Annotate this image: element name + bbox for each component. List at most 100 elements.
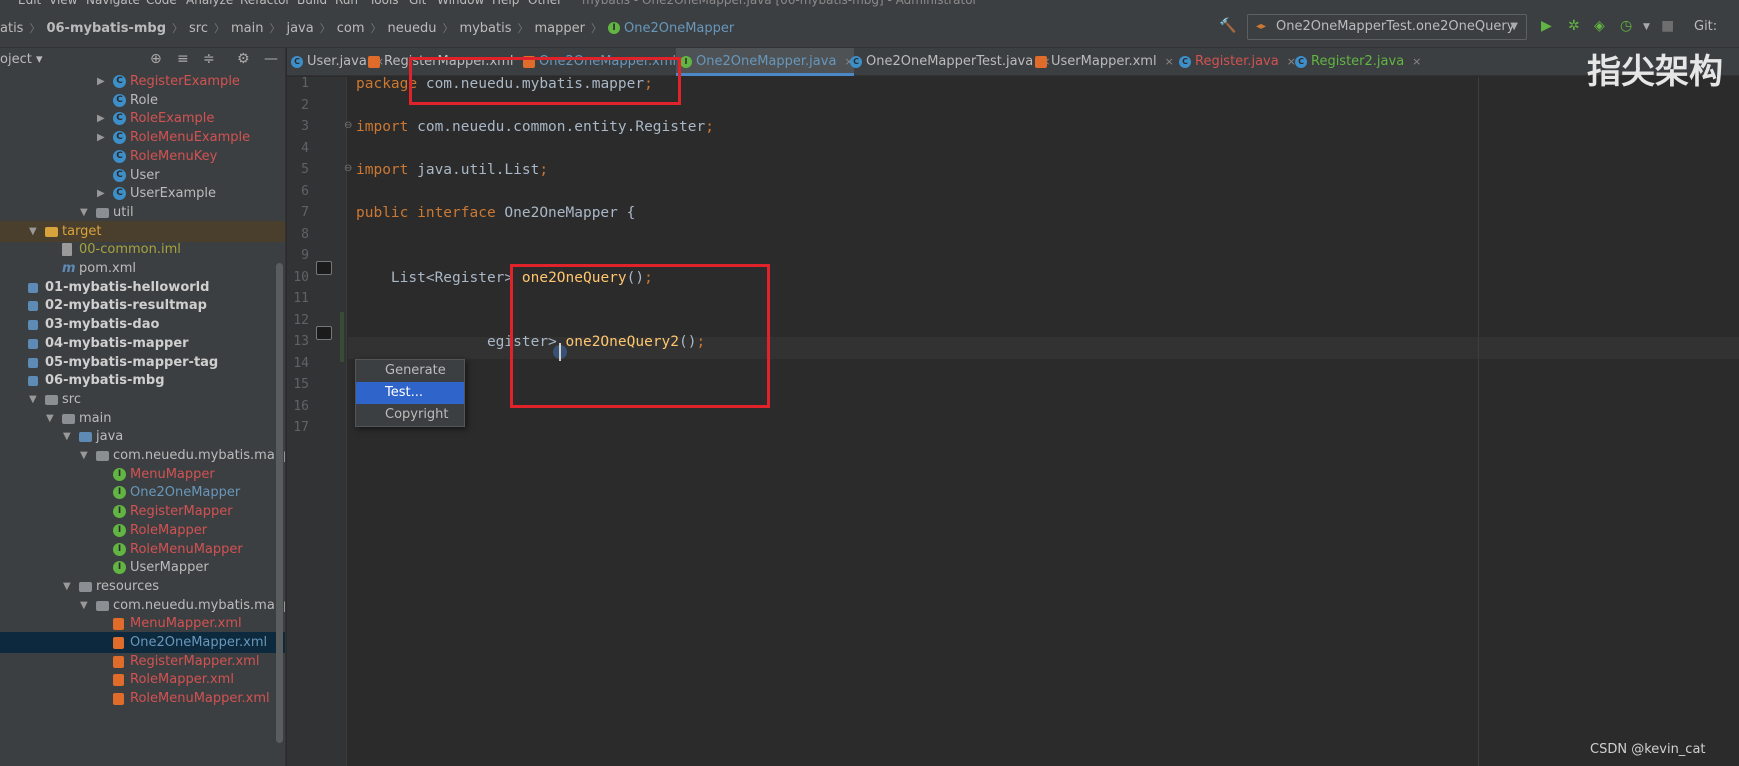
menu-item-code[interactable]: Code [146, 0, 177, 7]
tree-item[interactable]: RoleMenuMapper.xml [0, 688, 285, 709]
module-icon [28, 320, 38, 331]
class-icon: C [113, 131, 126, 145]
breadcrumb-item[interactable]: neuedu [387, 21, 436, 36]
menu-item-refactor[interactable]: Refactor [240, 0, 290, 7]
mybatis-mapper-gutter-icon[interactable] [316, 326, 332, 340]
interface-icon: I [113, 486, 126, 500]
breadcrumb-separator-icon: 〉 [172, 22, 183, 35]
minimize-icon[interactable]: — [264, 51, 278, 67]
iml-file-icon [62, 243, 72, 257]
fold-icon[interactable]: ⊖ [344, 163, 352, 174]
menu-item-run[interactable]: Run [335, 0, 358, 7]
breadcrumb-item[interactable]: com [337, 21, 365, 36]
run-icon[interactable]: ▶ [1541, 18, 1552, 34]
breadcrumb-item[interactable]: One2OneMapper [624, 21, 734, 36]
code-token: import [356, 162, 418, 178]
coverage-icon[interactable]: ◈ [1594, 18, 1605, 34]
more-run-options-icon[interactable]: ▼ [1643, 22, 1650, 32]
line-number: 16 [293, 398, 309, 414]
breadcrumb-item[interactable]: java [286, 21, 313, 36]
menu-item-tools[interactable]: Tools [369, 0, 399, 7]
line-number: 14 [293, 355, 309, 371]
line-number: 3 [301, 119, 309, 134]
project-scrollbar[interactable] [276, 263, 283, 743]
popup-item-generate[interactable]: Generate [356, 360, 464, 382]
code-line[interactable]: import com.neuedu.common.entity.Register… [356, 119, 714, 135]
run-configuration-selector[interactable]: ◂▸ One2OneMapperTest.one2OneQuery ▼ [1247, 14, 1527, 40]
xml-file-icon [1035, 56, 1047, 68]
mybatis-mapper-gutter-icon[interactable] [316, 261, 332, 275]
code-editor[interactable]: package com.neuedu.mybatis.mapper; import… [344, 76, 1739, 766]
xml-file-icon [113, 674, 124, 687]
breadcrumb-separator-icon: 〉 [29, 22, 41, 35]
close-icon[interactable]: × [1412, 55, 1421, 68]
collapse-all-icon[interactable]: ≡ [177, 51, 189, 67]
class-icon: C [113, 149, 126, 163]
breadcrumb-separator-icon: 〉 [442, 22, 454, 35]
annotation-box-methods [510, 264, 770, 408]
csdn-credit: CSDN @kevin_cat [1590, 742, 1706, 757]
menu-item-git[interactable]: Git [409, 0, 426, 7]
menu-item-other[interactable]: Other [528, 0, 562, 7]
line-number: 7 [301, 205, 309, 220]
tab-register-java[interactable]: C Register.java × [1175, 48, 1296, 76]
maven-icon: m [62, 261, 76, 276]
line-number: 13 [293, 334, 309, 349]
window-title: mybatis - One2OneMapper.java [06-mybatis… [582, 0, 978, 7]
tab-one2onemapper-java[interactable]: IOne2OneMapper.java× [676, 48, 854, 76]
project-panel-title[interactable]: oject ▾ [0, 52, 42, 67]
xml-file-icon [113, 693, 124, 706]
tree-item-label: RoleMenuMapper.xml [130, 691, 270, 707]
menu-item-analyze[interactable]: Analyze [186, 0, 233, 7]
project-panel-header: oject ▾ ⊕ ≡ ≑ ⚙ — [0, 48, 285, 72]
interface-icon: I [113, 542, 126, 556]
stop-icon[interactable]: ■ [1661, 18, 1674, 34]
vcs-change-marker [340, 312, 344, 362]
class-icon: C [113, 75, 126, 88]
breadcrumb-item[interactable]: src [189, 21, 208, 36]
breadcrumb-separator-icon: 〉 [319, 22, 331, 35]
module-icon [28, 338, 38, 349]
navigation-bar: atis 〉 06-mybatis-mbg 〉 src 〉 main 〉 java 〉 com 〉 ne… [0, 8, 1739, 48]
breadcrumb-item[interactable]: 06-mybatis-mbg [46, 21, 166, 36]
interface-icon: I [608, 22, 620, 34]
breadcrumb-separator-icon: 〉 [269, 22, 281, 35]
right-margin-guide [1478, 77, 1479, 766]
popup-item-test[interactable]: Test... [356, 382, 464, 404]
breadcrumb-item[interactable]: main [231, 21, 263, 36]
menu-item-help[interactable]: Help [492, 0, 519, 7]
project-panel: oject ▾ ⊕ ≡ ≑ ⚙ — ▶ C RegisterExample C Role… [0, 48, 286, 766]
code-line[interactable]: import java.util.List; [356, 162, 548, 178]
debug-icon[interactable]: ✲ [1568, 18, 1580, 34]
breadcrumb-item[interactable]: atis [0, 21, 23, 36]
tab-usermapper-xml[interactable]: UserMapper.xml × [1031, 48, 1174, 76]
tab-label: Register.java [1195, 54, 1279, 69]
tab-label: One2OneMapperTest.java [866, 54, 1034, 69]
class-icon: C [1295, 56, 1307, 68]
gear-icon[interactable]: ⚙ [237, 51, 250, 67]
menu-item-build[interactable]: Build [297, 0, 327, 7]
profile-icon[interactable]: ◷ [1620, 18, 1632, 34]
close-icon[interactable]: × [1165, 55, 1174, 68]
run-config-icon: ◂▸ [1256, 21, 1267, 32]
popup-item-copyright[interactable]: Copyright [356, 404, 464, 426]
code-token: com.neuedu.common.entity.Register [417, 119, 706, 135]
code-token: ; [705, 119, 714, 135]
build-hammer-icon[interactable]: 🔨 [1219, 18, 1236, 34]
breadcrumb-item[interactable]: mapper [535, 21, 585, 36]
locate-icon[interactable]: ⊕ [150, 51, 162, 67]
expand-all-icon[interactable]: ≑ [203, 51, 215, 67]
fold-icon[interactable]: ⊖ [344, 120, 352, 131]
menu-item-window[interactable]: Window [437, 0, 484, 7]
breadcrumb-item[interactable]: mybatis [459, 21, 511, 36]
tab-register2-java[interactable]: C Register2.java × [1291, 48, 1421, 76]
menu-item-edit[interactable]: Edit [18, 0, 41, 7]
xml-file-icon [113, 655, 124, 668]
menu-item-navigate[interactable]: Navigate [86, 0, 140, 7]
code-token: import [356, 119, 418, 135]
tab-one2onemappertest-java[interactable]: COne2OneMapperTest.java× [846, 48, 1050, 76]
tab-label: UserMapper.xml [1051, 54, 1157, 69]
code-line[interactable]: public interface One2OneMapper { [356, 205, 635, 221]
class-icon: C [113, 168, 126, 182]
menu-item-view[interactable]: View [49, 0, 77, 7]
